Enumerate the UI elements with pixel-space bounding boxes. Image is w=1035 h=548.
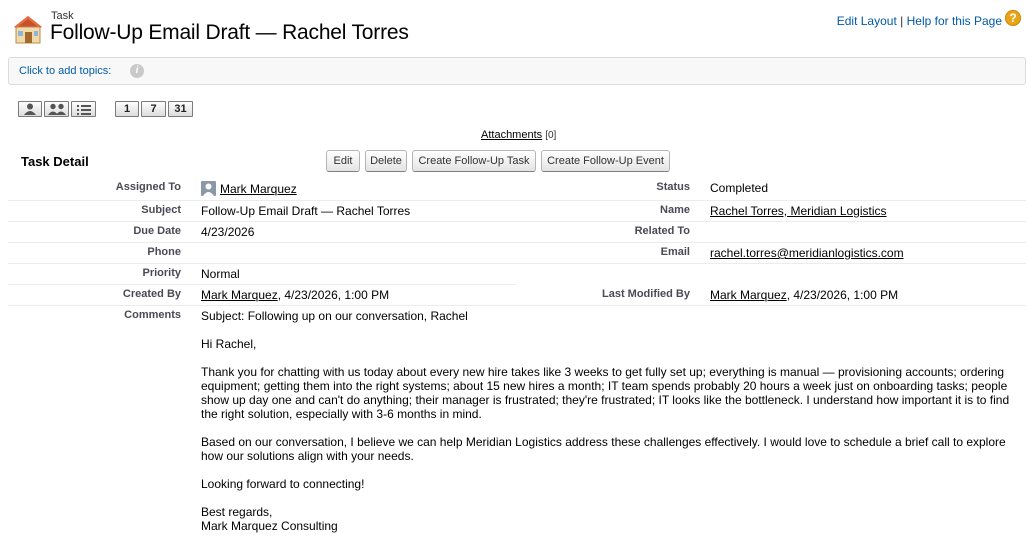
- subject-label: Subject: [141, 204, 181, 216]
- comments-body: Subject: Following up on our conversatio…: [201, 309, 1017, 547]
- status-label: Status: [656, 181, 690, 193]
- created-by-date: , 4/23/2026, 1:00 PM: [277, 288, 390, 302]
- row-divider: [8, 221, 1026, 222]
- header-link-separator: |: [900, 14, 904, 28]
- row-divider: [8, 284, 516, 285]
- info-icon[interactable]: i: [130, 64, 144, 78]
- comment-closing-line: Looking forward to connecting!: [201, 477, 365, 491]
- help-icon[interactable]: ?: [1005, 10, 1021, 26]
- created-by-value: Mark Marquez, 4/23/2026, 1:00 PM: [201, 288, 389, 302]
- row-divider: [8, 200, 1026, 201]
- edit-button[interactable]: Edit: [326, 150, 360, 172]
- comment-subject-line: Subject: Following up on our conversatio…: [201, 309, 468, 323]
- edit-layout-link[interactable]: Edit Layout: [837, 14, 897, 28]
- multi-user-view-button[interactable]: [44, 101, 69, 117]
- topics-bar: Click to add topics: i: [8, 57, 1026, 85]
- help-link[interactable]: Help for this Page: [907, 14, 1002, 28]
- multi-user-icon: [47, 103, 66, 115]
- subject-value: Follow-Up Email Draft — Rachel Torres: [201, 204, 411, 218]
- attachments-link-group: Attachments [0]: [481, 129, 556, 141]
- add-topics-link[interactable]: Click to add topics:: [19, 65, 111, 77]
- list-icon: [76, 105, 91, 115]
- priority-label: Priority: [142, 267, 181, 279]
- name-link[interactable]: Rachel Torres, Meridian Logistics: [710, 204, 887, 218]
- name-label: Name: [660, 204, 690, 216]
- comment-greeting: Hi Rachel,: [201, 337, 257, 351]
- attachments-count: [0]: [545, 130, 557, 141]
- last-modified-link[interactable]: Mark Marquez: [710, 288, 787, 302]
- last-modified-label: Last Modified By: [601, 288, 690, 300]
- assigned-to-label: Assigned To: [115, 181, 181, 193]
- created-by-link[interactable]: Mark Marquez: [201, 288, 278, 302]
- comment-paragraph: Based on our conversation, I believe we …: [201, 435, 1006, 463]
- header-links: Edit Layout | Help for this Page: [837, 14, 1002, 28]
- delete-button[interactable]: Delete: [365, 150, 407, 172]
- status-value: Completed: [710, 181, 769, 195]
- due-date-value: 4/23/2026: [201, 225, 255, 239]
- attachments-link[interactable]: Attachments: [481, 129, 542, 141]
- page-title: Follow-Up Email Draft — Rachel Torres: [50, 21, 409, 44]
- single-user-view-button[interactable]: [18, 101, 42, 117]
- created-by-label: Created By: [122, 288, 181, 300]
- comment-paragraph: Thank you for chatting with us today abo…: [201, 365, 1010, 421]
- week-view-button[interactable]: 7: [141, 101, 166, 117]
- priority-value: Normal: [201, 267, 240, 281]
- email-label: Email: [660, 246, 690, 258]
- last-modified-value: Mark Marquez, 4/23/2026, 1:00 PM: [710, 288, 898, 302]
- row-divider: [8, 263, 1026, 264]
- row-divider: [8, 242, 1026, 243]
- name-value: Rachel Torres, Meridian Logistics: [710, 204, 887, 218]
- assigned-to-value: Mark Marquez: [201, 181, 297, 196]
- create-follow-up-task-button[interactable]: Create Follow-Up Task: [412, 150, 536, 172]
- day-view-button[interactable]: 1: [115, 101, 139, 117]
- last-modified-date: , 4/23/2026, 1:00 PM: [786, 288, 899, 302]
- related-to-label: Related To: [634, 225, 690, 237]
- comment-signature: Best regards, Mark Marquez Consulting: [201, 505, 338, 533]
- user-avatar-icon: [201, 181, 216, 196]
- row-divider: [8, 305, 1026, 306]
- task-page-icon: [11, 12, 45, 46]
- single-user-icon: [24, 103, 36, 115]
- create-follow-up-event-button[interactable]: Create Follow-Up Event: [541, 150, 670, 172]
- email-link[interactable]: rachel.torres@meridianlogistics.com: [710, 246, 904, 260]
- month-view-button[interactable]: 31: [168, 101, 193, 117]
- section-title: Task Detail: [21, 154, 89, 169]
- list-view-button[interactable]: [71, 101, 96, 117]
- assigned-to-link[interactable]: Mark Marquez: [220, 182, 297, 196]
- comments-label: Comments: [124, 309, 181, 321]
- email-value: rachel.torres@meridianlogistics.com: [710, 246, 904, 260]
- phone-label: Phone: [147, 246, 181, 258]
- due-date-label: Due Date: [133, 225, 181, 237]
